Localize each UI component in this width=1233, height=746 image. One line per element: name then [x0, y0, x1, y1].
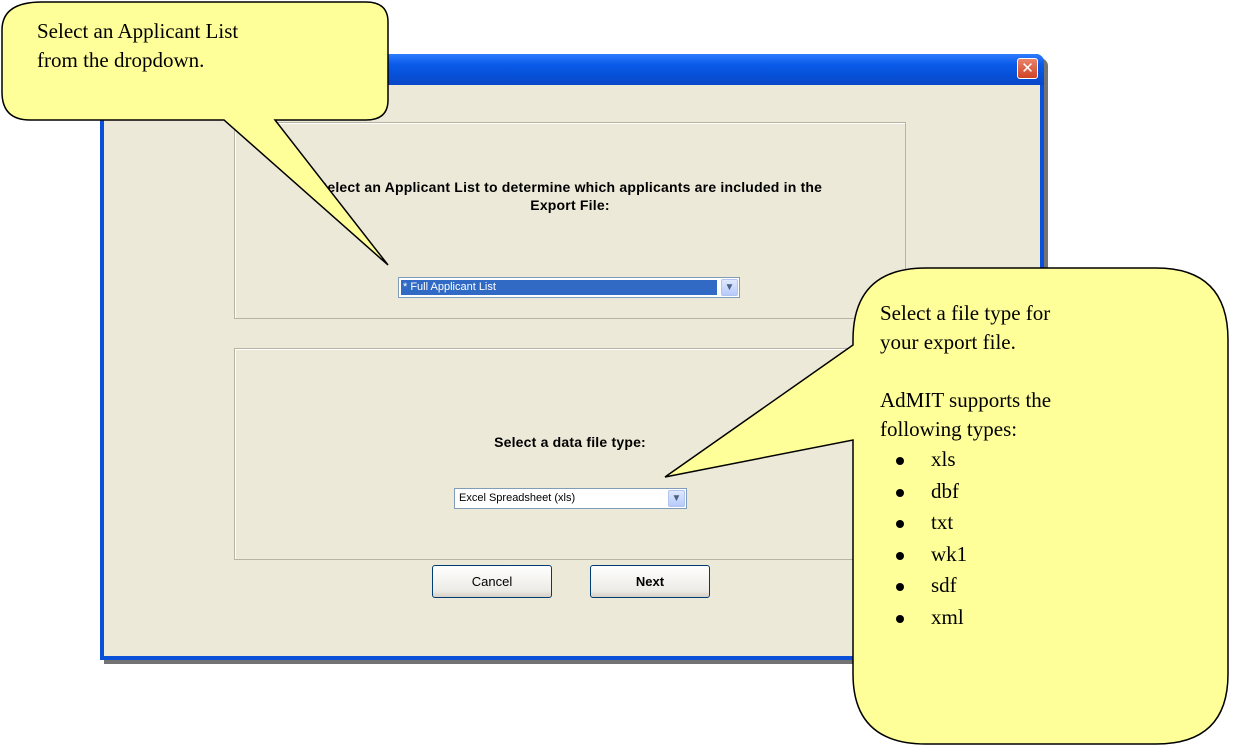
- callout-applicant-list-text: Select an Applicant List from the dropdo…: [37, 17, 377, 75]
- file-type-item: dbf: [880, 476, 1180, 508]
- file-type-item: xml: [880, 602, 1180, 634]
- file-type-list: xls dbf txt wk1 sdf xml: [880, 444, 1180, 633]
- callout-1-line-1: Select an Applicant List: [37, 19, 239, 43]
- file-type-item: xls: [880, 444, 1180, 476]
- callout-2-line-3: AdMIT supports the: [880, 388, 1052, 412]
- callout-2-line-1: Select a file type for: [880, 301, 1051, 325]
- callout-1-line-2: from the dropdown.: [37, 48, 205, 72]
- callout-2-line-2: your export file.: [880, 330, 1016, 354]
- file-type-item: wk1: [880, 539, 1180, 571]
- callout-2-line-4: following types:: [880, 417, 1018, 441]
- file-type-item: txt: [880, 507, 1180, 539]
- file-type-item: sdf: [880, 570, 1180, 602]
- callout-file-type-text: Select a file type for your export file.…: [880, 299, 1180, 633]
